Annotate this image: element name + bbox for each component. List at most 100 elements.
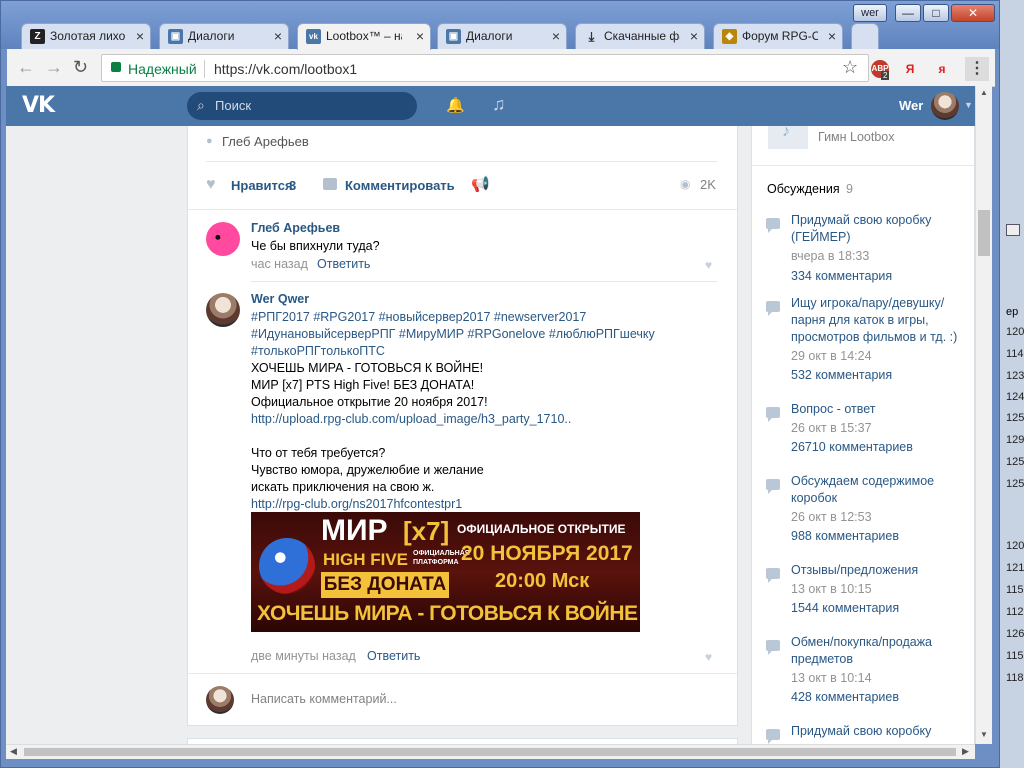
audio-cover[interactable]: ♪ xyxy=(768,126,808,149)
close-icon[interactable]: × xyxy=(828,24,836,48)
z-icon: Z xyxy=(30,29,45,44)
hashtag-line[interactable]: #толькоРПГтолькоПТС xyxy=(251,344,385,358)
discussion-comments[interactable]: 532 комментария xyxy=(791,368,892,382)
audio-title[interactable]: Гимн Lootbox xyxy=(818,130,895,144)
discussion-comments[interactable]: 26710 комментариев xyxy=(791,440,913,454)
comment-text: Чувство юмора, дружелюбие и желание xyxy=(251,463,484,477)
discussion-title[interactable]: Придумай свою коробку xyxy=(791,723,969,740)
url-text[interactable]: https://vk.com/lootbox1 xyxy=(214,61,357,77)
tab-downloads[interactable]: ⤓ Скачанные файлы × xyxy=(575,23,705,49)
bell-icon[interactable]: 🔔 xyxy=(446,96,465,114)
close-icon[interactable]: × xyxy=(416,24,424,48)
discussion-comments[interactable]: 428 комментариев xyxy=(791,690,899,704)
reply-link[interactable]: Ответить xyxy=(367,649,420,663)
close-icon[interactable]: × xyxy=(136,24,144,48)
maximize-button[interactable]: □ xyxy=(923,4,949,22)
avatar[interactable] xyxy=(931,92,959,120)
discussions-header[interactable]: Обсуждения xyxy=(767,182,840,196)
tab-rpg-forum[interactable]: ◈ Форум RPG-Club × xyxy=(713,23,843,49)
yandex-icon[interactable]: Я xyxy=(901,60,919,78)
scrollbar-thumb[interactable] xyxy=(978,210,990,256)
profile-button[interactable]: wer xyxy=(853,4,887,22)
scroll-right-arrow-icon[interactable]: ▶ xyxy=(962,746,969,757)
search-input[interactable]: ⌕ Поиск xyxy=(187,92,417,120)
divider xyxy=(251,281,717,282)
banner-platform: ПЛАТФОРМА xyxy=(413,559,459,566)
close-icon[interactable]: × xyxy=(552,24,560,48)
hashtag-line[interactable]: #ИдунановыйсерверРПГ #МируМИР #RPGonelov… xyxy=(251,327,655,341)
discussion-comments[interactable]: 988 комментариев xyxy=(791,529,899,543)
promo-banner-image[interactable]: МИР [x7] HIGH FIVE ОФИЦИАЛЬНАЯ ПЛАТФОРМА… xyxy=(251,512,640,632)
like-icon[interactable]: ♥ xyxy=(705,258,712,272)
tab-dialogi-1[interactable]: ▣ Диалоги × xyxy=(159,23,289,49)
views-count: 2K xyxy=(700,177,716,192)
close-icon[interactable]: × xyxy=(274,24,282,48)
vertical-scrollbar[interactable]: ▲ ▼ xyxy=(975,86,992,744)
discussion-title[interactable]: Придумай свою коробку (ГЕЙМЕР) xyxy=(791,212,969,246)
bg-number: 115 xyxy=(1006,584,1024,596)
scroll-down-arrow-icon[interactable]: ▼ xyxy=(980,730,988,739)
like-icon[interactable]: ♥ xyxy=(705,650,712,664)
like-button[interactable]: Нравится xyxy=(231,178,293,193)
tab-label: Форум RPG-Club xyxy=(742,29,818,43)
yandex-icon[interactable]: я xyxy=(933,60,951,78)
bg-number: 129 xyxy=(1006,434,1024,446)
discussion-title[interactable]: Обмен/покупка/продажа предметов xyxy=(791,634,969,668)
chat-icon: ▣ xyxy=(446,29,461,44)
scroll-up-arrow-icon[interactable]: ▲ xyxy=(980,88,988,97)
reply-link[interactable]: Ответить xyxy=(317,257,370,271)
avatar[interactable] xyxy=(206,293,240,327)
download-icon: ⤓ xyxy=(588,29,595,44)
bg-number: 125 xyxy=(1006,412,1024,424)
discussion-title[interactable]: Обсуждаем содержимое коробок xyxy=(791,473,969,507)
comment-time[interactable]: час назад xyxy=(251,257,308,271)
comment-author[interactable]: Wer Qwer xyxy=(251,292,309,306)
browser-toolbar: ← → ↻ Надежный https://vk.com/lootbox1 ☆… xyxy=(7,49,995,87)
new-tab-button[interactable] xyxy=(851,23,879,49)
close-icon[interactable]: × xyxy=(690,24,698,48)
share-icon[interactable]: 📢 xyxy=(471,175,490,193)
page-content: ● Глеб Арефьев ♥ Нравится 3 Комментирова… xyxy=(6,126,975,744)
discussion-title[interactable]: Вопрос - ответ xyxy=(791,401,969,418)
bg-number: 115 xyxy=(1006,650,1024,662)
discussion-comments[interactable]: 334 комментария xyxy=(791,269,892,283)
comment-link[interactable]: http://upload.rpg-club.com/upload_image/… xyxy=(251,412,571,426)
hashtag-line[interactable]: #РПГ2017 #RPG2017 #новыйсервер2017 #news… xyxy=(251,310,586,324)
horizontal-scrollbar[interactable]: ◀ ▶ xyxy=(6,744,975,759)
tab-zolotaya[interactable]: Z Золотая лихорадка × xyxy=(21,23,151,49)
menu-icon[interactable]: ⋮ xyxy=(965,57,989,81)
tab-lootbox[interactable]: vk Lootbox™ – настроение × xyxy=(297,23,431,50)
close-window-button[interactable]: ✕ xyxy=(951,4,995,22)
tab-dialogi-2[interactable]: ▣ Диалоги × xyxy=(437,23,567,49)
reload-icon[interactable]: ↻ xyxy=(73,57,88,78)
vk-logo[interactable]: VK xyxy=(22,93,55,118)
banner-opening: ОФИЦИАЛЬНОЕ ОТКРЫТИЕ xyxy=(457,522,626,536)
tab-label: Скачанные файлы xyxy=(604,29,680,43)
banner-slogan: ХОЧЕШЬ МИРА - ГОТОВЬСЯ К ВОЙНЕ xyxy=(257,602,638,625)
back-arrow-icon[interactable]: ← xyxy=(17,57,35,78)
discussion-title[interactable]: Отзывы/предложения xyxy=(791,562,969,579)
bookmark-star-icon[interactable]: ☆ xyxy=(842,57,858,78)
address-bar[interactable]: Надежный https://vk.com/lootbox1 ☆ xyxy=(101,54,869,82)
write-comment-input[interactable]: Написать комментарий... xyxy=(251,692,397,706)
minimize-button[interactable]: — xyxy=(895,4,921,22)
comment-button[interactable]: Комментировать xyxy=(345,178,455,193)
like-count[interactable]: 3 xyxy=(289,178,296,193)
comment-author[interactable]: Глеб Арефьев xyxy=(251,221,340,235)
comment-time[interactable]: две минуты назад xyxy=(251,649,356,663)
discussion-comments[interactable]: 1544 комментария xyxy=(791,601,899,615)
discussion-title[interactable]: Ищу игрока/пару/девушку/парня для каток … xyxy=(791,295,969,346)
post-card: ● Глеб Арефьев ♥ Нравится 3 Комментирова… xyxy=(187,126,738,726)
avatar[interactable] xyxy=(206,222,240,256)
music-icon[interactable]: ♫ xyxy=(492,94,506,115)
comment-link[interactable]: http://rpg-club.org/ns2017hfcontestpr1 xyxy=(251,497,462,511)
scrollbar-thumb[interactable] xyxy=(24,748,956,756)
banner-date: 20 НОЯБРЯ 2017 xyxy=(461,542,633,565)
globe-eagle-emblem xyxy=(259,538,315,594)
chevron-down-icon[interactable]: ▼ xyxy=(964,100,973,110)
user-name[interactable]: Wer xyxy=(899,98,923,113)
forward-arrow-icon[interactable]: → xyxy=(45,57,63,78)
repost-author[interactable]: Глеб Арефьев xyxy=(222,134,309,149)
like-icon[interactable]: ♥ xyxy=(206,176,216,194)
scroll-left-arrow-icon[interactable]: ◀ xyxy=(10,746,17,757)
